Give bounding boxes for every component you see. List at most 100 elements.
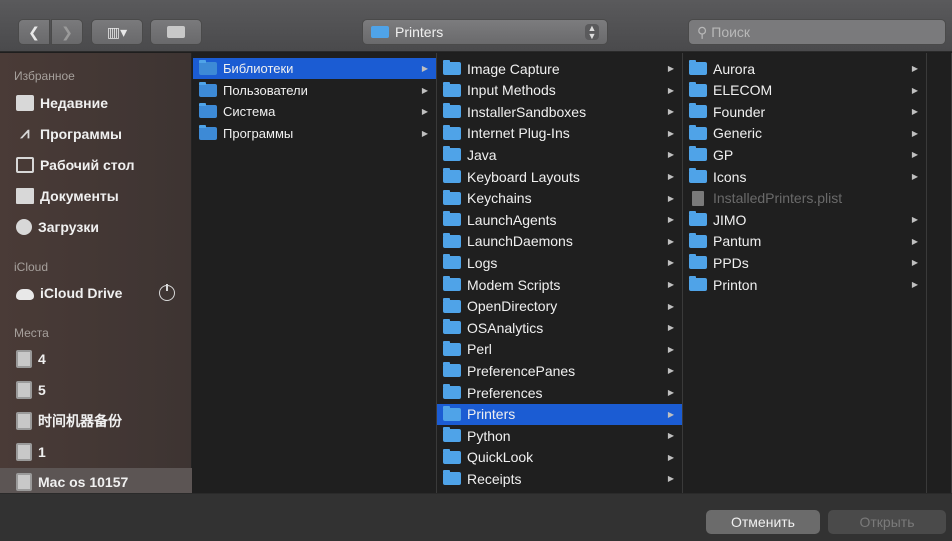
sidebar-item-disk[interactable]: 1 [16,440,46,464]
folder-icon [689,60,707,75]
browser-column-4[interactable] [927,53,952,493]
folder-row[interactable]: OSAnalytics ▶ [437,317,682,338]
chevron-left-icon: ❮ [28,23,40,40]
folder-row[interactable]: Printon ▶ [683,274,926,295]
folder-row[interactable]: LaunchDaemons ▶ [437,231,682,252]
sidebar-item-label: Рабочий стол [40,157,135,173]
row-label: Java [467,146,497,163]
back-button[interactable]: ❮ [18,19,50,45]
folder-row[interactable]: Printers ▶ [437,403,682,425]
folder-row[interactable]: Pantum ▶ [683,231,926,252]
folder-row[interactable]: LaunchAgents ▶ [437,209,682,230]
folder-row[interactable]: Пользователи ▶ [193,80,436,101]
row-label: QuickLook [467,449,534,466]
row-label: Image Capture [467,60,560,77]
path-popup[interactable]: Printers ▲ ▼ [362,19,608,45]
disclosure-arrow-icon: ▶ [667,323,674,333]
folder-row[interactable]: Keyboard Layouts ▶ [437,166,682,187]
row-label: Perl [467,341,492,358]
folder-row[interactable]: Logs ▶ [437,252,682,273]
sidebar-item-label: Недавние [40,95,109,111]
sidebar-item-desktop[interactable]: Рабочий стол [16,153,135,177]
sidebar-item-disk[interactable]: Mac os 10157 [16,470,128,494]
dialog-footer: Отменить Открыть [0,493,952,541]
folder-icon [199,103,217,119]
folder-row[interactable]: Библиотеки ▶ [193,58,436,79]
folder-row[interactable]: Perl ▶ [437,339,682,360]
open-button[interactable]: Открыть [828,510,946,534]
disk-icon [16,381,32,399]
row-label: LaunchDaemons [467,233,573,250]
view-mode-button[interactable]: ▥▾ [91,19,143,45]
folder-icon [443,427,461,443]
folder-row[interactable]: Input Methods ▶ [437,80,682,101]
sidebar-item-label: iCloud Drive [40,285,123,301]
folder-icon [689,103,707,119]
folder-row[interactable]: InstallerSandboxes ▶ [437,101,682,122]
sidebar-item-downloads[interactable]: Загрузки [16,215,99,239]
sidebar-item-disk[interactable]: 时间机器备份 [16,409,122,433]
new-folder-button[interactable] [150,19,202,45]
search-field[interactable]: ⚲ [688,19,946,45]
file-row[interactable]: InstalledPrinters.plist [683,188,926,209]
folder-icon [443,448,461,464]
folder-icon [443,211,461,227]
disclosure-arrow-icon: ▶ [667,280,674,289]
disclosure-arrow-icon: ▶ [421,107,428,117]
row-label: Logs [467,254,498,271]
folder-row[interactable]: Программы ▶ [193,123,436,144]
row-label: Modem Scripts [467,276,561,293]
folder-row[interactable]: Система ▶ [193,101,436,122]
folder-row[interactable]: JIMO ▶ [683,209,926,230]
row-label: Preferences [467,384,543,401]
desktop-icon [16,157,34,173]
folder-row[interactable]: Receipts ▶ [437,468,682,489]
cancel-button[interactable]: Отменить [706,510,820,534]
folder-row[interactable]: Icons ▶ [683,166,926,187]
folder-row[interactable]: Java ▶ [437,144,682,165]
row-label: Printers [467,406,516,423]
disclosure-arrow-icon: ▶ [911,236,918,246]
folder-row[interactable]: Image Capture ▶ [437,58,682,79]
folder-icon [689,254,707,270]
folder-row[interactable]: Python ▶ [437,425,682,446]
folder-row[interactable]: Aurora ▶ [683,58,926,79]
folder-icon [689,168,707,183]
browser-column-2[interactable]: Image Capture ▶ Input Methods ▶ InstallerSan… [437,53,683,493]
disclosure-arrow-icon: ▶ [667,236,674,246]
sidebar-item-recents[interactable]: Недавние [16,91,108,115]
sidebar-item-applications[interactable]: ⩘ Программы [16,122,122,146]
sidebar-item-label: 4 [38,351,46,367]
search-input[interactable] [711,24,932,40]
documents-icon [16,188,34,204]
folder-icon [199,124,217,140]
browser-column-1[interactable]: Библиотеки ▶ Пользователи ▶ Система ▶ Программ… [193,53,437,493]
disclosure-arrow-icon: ▶ [421,64,428,73]
browser-column-3[interactable]: Aurora ▶ ELECOM ▶ Founder ▶ Generic ▶ GP ▶ Icons ▶ I… [683,53,927,493]
forward-button[interactable]: ❯ [51,19,83,45]
sidebar-item-label: 5 [38,382,46,398]
folder-row[interactable]: ELECOM ▶ [683,80,926,101]
sidebar-header-favorites: Избранное [14,69,75,83]
sidebar-item-icloud-drive[interactable]: iCloud Drive [16,281,122,305]
row-label: LaunchAgents [467,211,557,228]
folder-icon [443,340,461,356]
folder-row[interactable]: OpenDirectory ▶ [437,296,682,317]
folder-row[interactable]: Keychains ▶ [437,188,682,209]
disclosure-arrow-icon: ▶ [667,344,674,354]
row-label: Printon [713,276,758,293]
folder-icon [443,189,461,205]
folder-row[interactable]: Generic ▶ [683,123,926,144]
folder-row[interactable]: Modem Scripts ▶ [437,274,682,295]
sidebar-item-disk[interactable]: 4 [16,347,46,371]
folder-row[interactable]: PreferencePanes ▶ [437,360,682,381]
sidebar-item-disk[interactable]: 5 [16,378,46,402]
folder-row[interactable]: QuickLook ▶ [437,447,682,468]
folder-row[interactable]: Internet Plug-Ins ▶ [437,123,682,144]
folder-row[interactable]: GP ▶ [683,144,926,165]
folder-row[interactable]: PPDs ▶ [683,252,926,273]
sidebar-item-documents[interactable]: Документы [16,184,119,208]
folder-icon [689,276,707,291]
folder-row[interactable]: Preferences ▶ [437,382,682,403]
folder-row[interactable]: Founder ▶ [683,101,926,122]
